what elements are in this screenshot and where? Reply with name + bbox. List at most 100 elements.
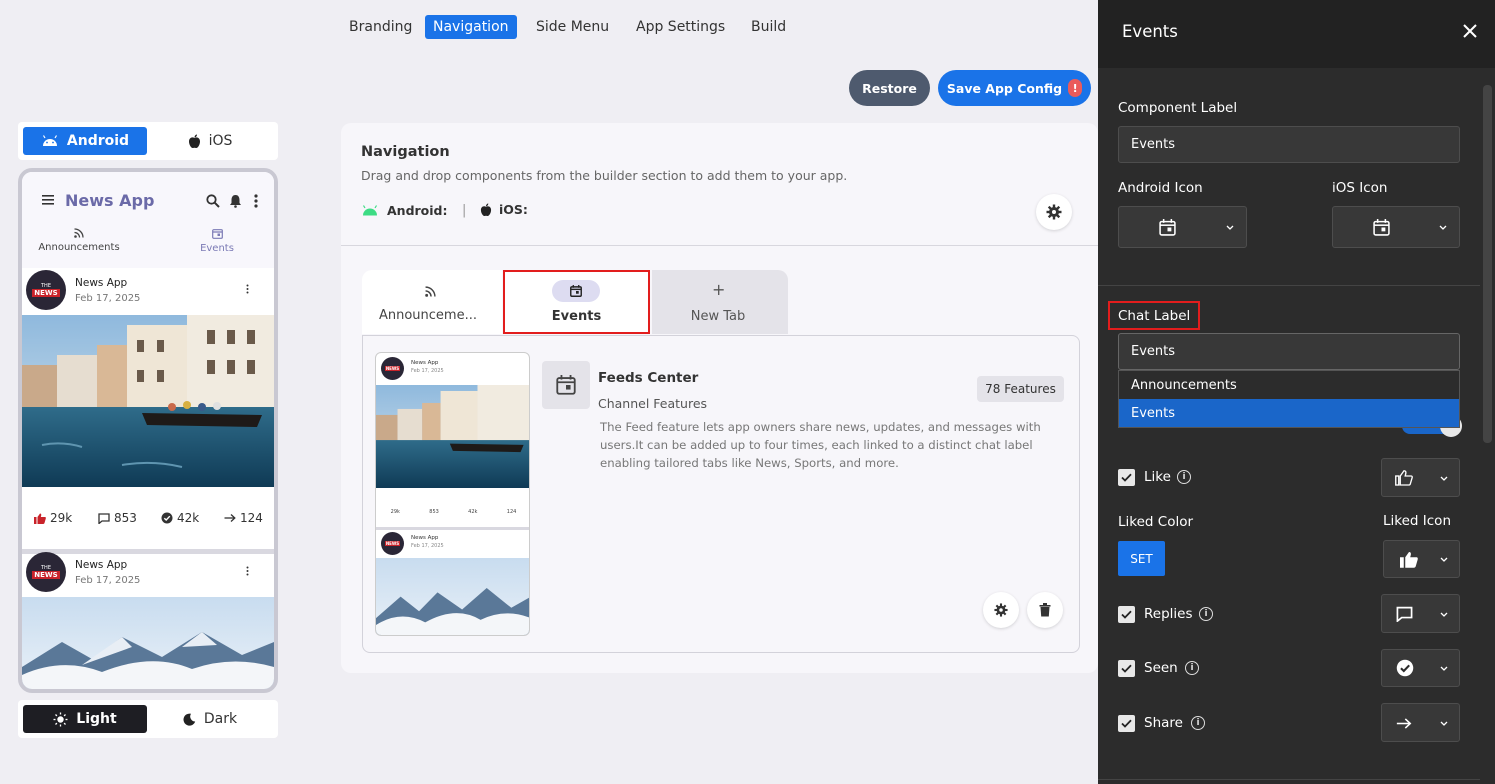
component-tab-label: Announceme...: [378, 308, 477, 323]
post-header: THE NEWS News App Feb 17, 2025: [26, 270, 274, 314]
seen-icon-select[interactable]: [1381, 649, 1460, 687]
mini-post-author: News App: [411, 535, 439, 541]
android-icon-select[interactable]: [1118, 206, 1247, 248]
ios-icon-label: iOS Icon: [1332, 180, 1388, 196]
phone-tab-announcements[interactable]: Announcements: [38, 228, 120, 253]
chat-label-select[interactable]: Events: [1118, 333, 1460, 370]
trash-icon: [1039, 603, 1051, 617]
check-circle-icon: [161, 512, 173, 524]
calendar-icon: [570, 285, 582, 297]
share-count: 124: [240, 511, 263, 525]
set-color-button[interactable]: SET: [1118, 541, 1165, 576]
like-checkbox[interactable]: [1118, 469, 1135, 486]
avatar: NEWS: [381, 357, 404, 380]
like-icon-select[interactable]: [1381, 458, 1460, 497]
divider: [1098, 779, 1480, 780]
info-icon[interactable]: i: [1199, 607, 1213, 621]
calendar-icon: [556, 375, 576, 395]
like-stat[interactable]: 29k: [34, 511, 72, 525]
mini-post-author: News App: [411, 360, 439, 366]
share-stat[interactable]: 124: [224, 511, 263, 525]
phone-tab-label: Events: [200, 243, 234, 254]
tab-branding[interactable]: Branding: [341, 15, 420, 39]
rss-icon: [425, 286, 436, 297]
share-label: Share: [1144, 715, 1183, 731]
share-checkbox[interactable]: [1118, 715, 1135, 732]
navigation-settings-button[interactable]: [1036, 194, 1072, 230]
more-vert-icon[interactable]: [254, 194, 258, 208]
seen-checkbox[interactable]: [1118, 660, 1135, 677]
tab-side-menu[interactable]: Side Menu: [528, 15, 617, 39]
arrow-right-icon: [1396, 718, 1412, 729]
tab-app-settings[interactable]: App Settings: [628, 15, 733, 39]
comment-stat[interactable]: 853: [98, 511, 137, 525]
thumb-up-icon: [34, 513, 46, 524]
android-toggle-button[interactable]: Android: [23, 127, 147, 155]
restore-button[interactable]: Restore: [849, 70, 930, 106]
info-icon[interactable]: i: [1177, 470, 1191, 484]
component-delete-button[interactable]: [1027, 592, 1063, 628]
phone-app-title: News App: [65, 191, 155, 210]
ios-toggle-button[interactable]: iOS: [148, 127, 272, 155]
dark-theme-button[interactable]: Dark: [148, 705, 272, 733]
phone-preview: News App Announcements Events THE NEWS N…: [18, 168, 278, 693]
info-icon[interactable]: i: [1191, 716, 1205, 730]
feature-icon-box: [542, 361, 590, 409]
info-icon[interactable]: i: [1185, 661, 1199, 675]
android-nav-label: Android:: [387, 203, 448, 218]
phone-tab-events[interactable]: Events: [192, 228, 242, 254]
post-date: Feb 17, 2025: [75, 575, 141, 586]
component-settings-button[interactable]: [983, 592, 1019, 628]
seen-label: Seen: [1144, 660, 1178, 676]
replies-checkbox[interactable]: [1118, 606, 1135, 623]
hamburger-icon[interactable]: [42, 195, 54, 205]
like-count: 29k: [50, 511, 73, 525]
divider: [1098, 285, 1480, 286]
component-mini-preview: NEWS News App Feb 17, 2025 29k 853 42k 1…: [375, 352, 530, 636]
like-label: Like: [1144, 469, 1171, 485]
check-icon: [1121, 719, 1132, 728]
component-content: NEWS News App Feb 17, 2025 29k 853 42k 1…: [362, 335, 1080, 653]
avatar: THE NEWS: [26, 270, 66, 310]
post-more-icon[interactable]: [246, 566, 249, 576]
save-label: Save App Config: [946, 80, 1063, 96]
mini-comment-count: 853: [429, 509, 439, 515]
check-icon: [1121, 473, 1132, 482]
search-icon[interactable]: [206, 194, 220, 208]
dropdown-option-events[interactable]: Events: [1119, 399, 1459, 427]
panel-header: Events: [1098, 0, 1495, 68]
component-tab-announcements[interactable]: Announceme...: [362, 270, 502, 334]
navigation-description: Drag and drop components from the builde…: [361, 168, 848, 183]
light-theme-button[interactable]: Light: [23, 705, 147, 733]
mini-image-venice: [376, 385, 529, 488]
chevron-down-icon: [1440, 612, 1448, 617]
divider: [341, 245, 1098, 246]
replies-icon-select[interactable]: [1381, 594, 1460, 633]
close-icon[interactable]: [1462, 23, 1478, 39]
seen-stat: 42k: [161, 511, 199, 525]
chevron-down-icon: [1440, 666, 1448, 671]
component-label-input[interactable]: Events: [1118, 126, 1460, 163]
component-tab-new[interactable]: + New Tab: [652, 270, 788, 334]
navigation-ios-row: iOS:: [480, 202, 528, 217]
panel-scrollbar[interactable]: [1483, 85, 1492, 443]
component-label-title: Component Label: [1118, 100, 1238, 116]
tab-build[interactable]: Build: [743, 15, 794, 39]
share-icon-select[interactable]: [1381, 703, 1460, 742]
properties-panel: Events Component Label Events Android Ic…: [1098, 0, 1495, 784]
tab-navigation[interactable]: Navigation: [425, 15, 517, 39]
dropdown-option-announcements[interactable]: Announcements: [1119, 371, 1459, 399]
divider: [376, 527, 529, 530]
apple-icon: [188, 134, 200, 148]
bell-icon[interactable]: [229, 194, 242, 208]
component-tab-label: Events: [551, 309, 602, 324]
liked-icon-select[interactable]: [1383, 540, 1460, 578]
mini-post-stats: 29k 853 42k 124: [376, 497, 529, 527]
component-tab-events[interactable]: Events: [503, 270, 650, 334]
ios-icon-select[interactable]: [1332, 206, 1460, 248]
post-more-icon[interactable]: [246, 284, 249, 294]
feature-title: Feeds Center: [598, 370, 699, 386]
chat-label-title-highlight: Chat Label: [1108, 301, 1200, 330]
android-icon: [362, 205, 378, 216]
save-app-config-button[interactable]: Save App Config !: [938, 70, 1091, 106]
